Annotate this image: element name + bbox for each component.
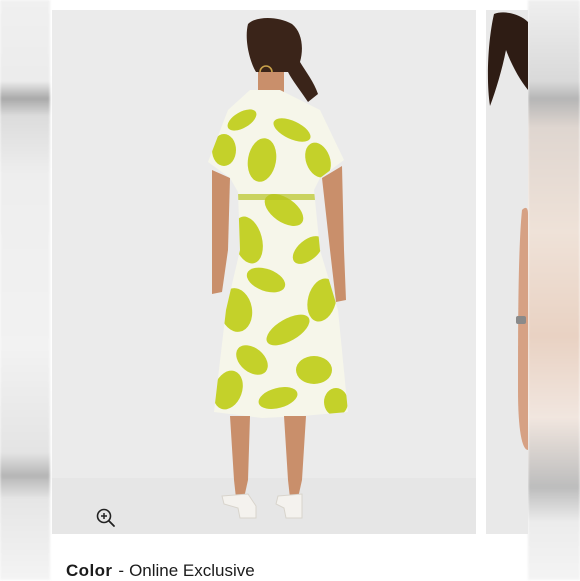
- color-separator: -: [118, 561, 125, 580]
- product-main-image[interactable]: [52, 10, 476, 534]
- right-leg-shape: [284, 416, 306, 498]
- left-leg-shape: [230, 416, 250, 498]
- color-selection: Color - Online Exclusive: [66, 561, 255, 581]
- zoom-button[interactable]: [94, 506, 118, 530]
- color-value: Online Exclusive: [129, 561, 255, 580]
- right-sandal-shape: [275, 493, 303, 519]
- previous-image-preview: [0, 0, 50, 580]
- model-figure: [208, 18, 348, 519]
- left-sandal-shape: [221, 493, 257, 519]
- zoom-in-icon: [96, 508, 115, 527]
- product-next-image[interactable]: [486, 10, 528, 534]
- left-arm-shape: [212, 170, 230, 294]
- next-model-figure: [487, 12, 528, 450]
- color-label: Color: [66, 561, 113, 580]
- next-image-preview-blur: [528, 0, 580, 580]
